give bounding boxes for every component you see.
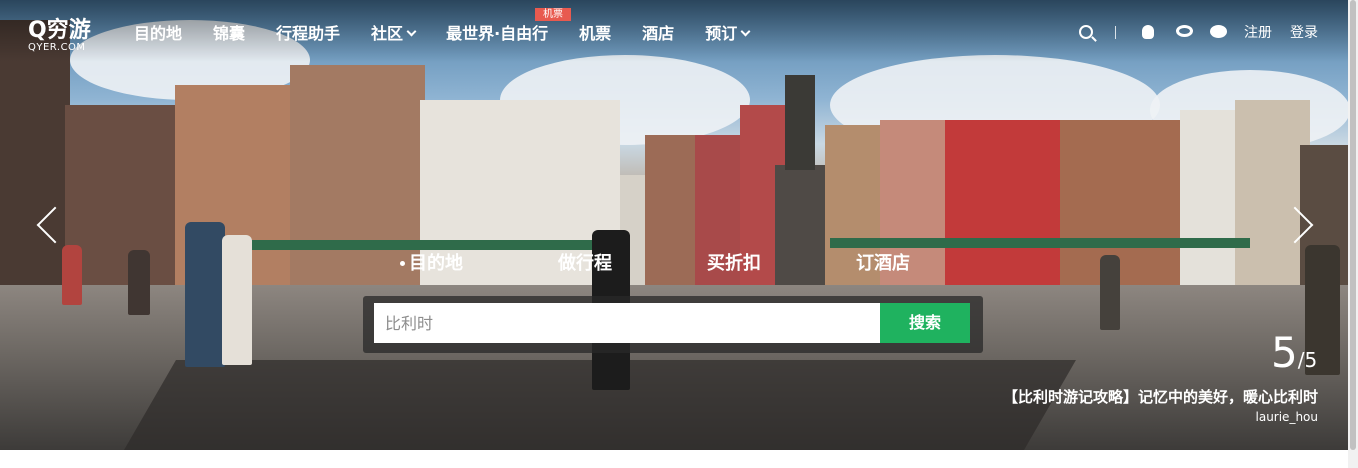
qq-icon[interactable]: [1142, 25, 1158, 39]
slide-caption[interactable]: 【比利时游记攻略】记忆中的美好，暖心比利时: [1003, 386, 1318, 407]
logo-subtext: QYER.COM: [28, 42, 86, 53]
logo-text: Q穷游: [28, 18, 91, 43]
current-slide: 5: [1271, 328, 1298, 377]
search-icon[interactable]: [1079, 25, 1093, 39]
total-slides: /5: [1297, 348, 1318, 372]
header-actions: 注册 登录: [1079, 22, 1318, 42]
active-tab-dot: [400, 261, 405, 266]
wechat-icon[interactable]: [1210, 25, 1227, 39]
register-link[interactable]: 注册: [1244, 22, 1272, 42]
tab-deals[interactable]: 买折扣: [707, 249, 761, 275]
next-slide-arrow-icon[interactable]: [1292, 205, 1312, 243]
destination-search-input[interactable]: [374, 303, 880, 343]
search-button[interactable]: 搜索: [880, 303, 970, 343]
previous-slide-arrow-icon[interactable]: [34, 205, 54, 243]
page-below-banner: [0, 450, 1348, 468]
weibo-icon[interactable]: [1176, 25, 1193, 39]
qyer-logo[interactable]: Q穷游 QYER.COM: [28, 12, 91, 53]
scrollbar-thumb[interactable]: [1350, 0, 1356, 450]
tab-destination[interactable]: 目的地: [400, 249, 463, 275]
nav-item-trip-planner[interactable]: 行程助手: [276, 20, 340, 44]
nav-item-community[interactable]: 社区: [371, 20, 417, 44]
tab-book-hotel[interactable]: 订酒店: [856, 249, 910, 275]
chevron-down-icon: [740, 26, 751, 37]
nav-item-flights[interactable]: 机票: [579, 20, 611, 44]
nav-item-booking[interactable]: 预订: [705, 20, 751, 44]
nav-item-destination[interactable]: 目的地: [134, 20, 182, 44]
tab-make-itinerary[interactable]: 做行程: [558, 249, 612, 275]
nav-item-free-travel[interactable]: 最世界·自由行: [446, 20, 548, 44]
divider: [1115, 25, 1116, 39]
search-tabs: 目的地 做行程 买折扣 订酒店: [400, 249, 1005, 275]
hero-banner: Q穷游 QYER.COM 目的地 锦囊 行程助手 社区 最世界·自由行 机票 酒…: [0, 0, 1348, 450]
slide-counter: 5/5: [1271, 328, 1317, 377]
login-link[interactable]: 登录: [1290, 22, 1318, 42]
nav-item-guides[interactable]: 锦囊: [213, 20, 245, 44]
hero-background-photo: [0, 0, 1348, 450]
chevron-down-icon: [406, 26, 417, 37]
flights-badge: 机票: [535, 8, 571, 21]
slide-author[interactable]: laurie_hou: [1256, 410, 1319, 424]
top-navigation-bar: Q穷游 QYER.COM 目的地 锦囊 行程助手 社区 最世界·自由行 机票 酒…: [0, 0, 1348, 62]
nav-item-hotels[interactable]: 酒店: [642, 20, 674, 44]
main-nav: 目的地 锦囊 行程助手 社区 最世界·自由行 机票 酒店 预订: [134, 20, 780, 44]
